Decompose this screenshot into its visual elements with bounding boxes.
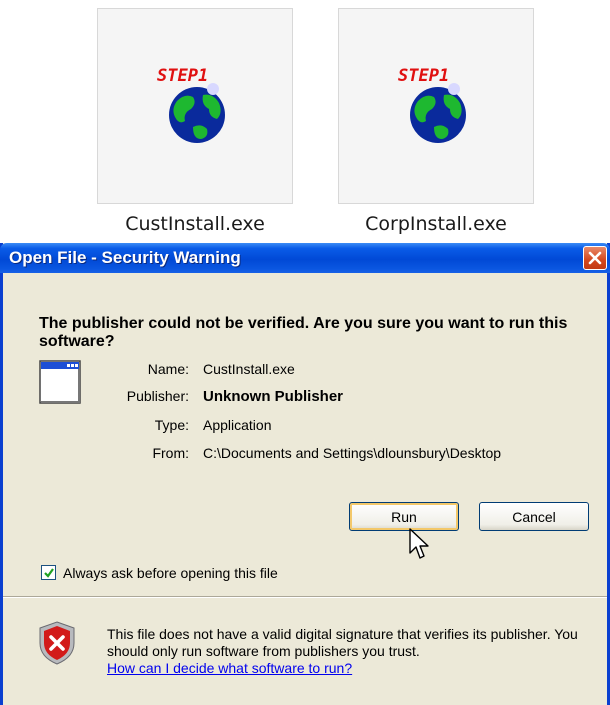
property-publisher: Publisher: Unknown Publisher: [3, 388, 603, 408]
file-custinstall[interactable]: STEP1 CustInstall.exe: [97, 8, 293, 235]
dialog-title: Open File - Security Warning: [9, 248, 241, 267]
close-icon: [588, 251, 602, 265]
security-warning-dialog: Open File - Security Warning The publish…: [0, 243, 610, 705]
close-button[interactable]: [583, 246, 607, 270]
cancel-button[interactable]: Cancel: [479, 502, 589, 531]
file-corpinstall[interactable]: STEP1 CorpInstall.exe: [338, 8, 534, 235]
warning-headline: The publisher could not be verified. Are…: [39, 315, 568, 350]
svg-text:STEP1: STEP1: [398, 66, 449, 86]
security-shield-icon: [39, 621, 75, 665]
mouse-pointer-icon: [409, 528, 429, 559]
property-type: Type: Application: [3, 417, 603, 437]
step1-globe-installer-icon: STEP1: [157, 66, 225, 143]
file-name[interactable]: CustInstall.exe: [97, 213, 293, 235]
property-name: Name: CustInstall.exe: [3, 361, 603, 381]
always-ask-checkbox[interactable]: [41, 565, 56, 580]
property-value: Unknown Publisher: [203, 388, 344, 405]
property-value: CustInstall.exe: [203, 361, 295, 377]
warning-message: This file does not have a valid digital …: [107, 626, 578, 659]
property-value: Application: [203, 417, 272, 433]
checkmark-icon: [44, 568, 54, 578]
help-link[interactable]: How can I decide what software to run?: [107, 660, 597, 677]
file-name[interactable]: CorpInstall.exe: [338, 213, 534, 235]
property-key: Publisher:: [126, 388, 189, 404]
property-key: Type:: [154, 417, 189, 433]
step1-globe-installer-icon: STEP1: [398, 66, 466, 143]
svg-text:STEP1: STEP1: [157, 66, 208, 86]
run-button[interactable]: Run: [349, 502, 459, 531]
title-bar[interactable]: Open File - Security Warning: [0, 243, 610, 273]
property-from: From: C:\Documents and Settings\dlounsbu…: [3, 445, 603, 465]
file-tile[interactable]: STEP1: [338, 8, 534, 204]
property-value: C:\Documents and Settings\dlounsbury\Des…: [203, 445, 502, 461]
checkbox-label[interactable]: Always ask before opening this file: [63, 565, 278, 581]
property-key: From:: [152, 445, 189, 461]
signature-warning: This file does not have a valid digital …: [107, 626, 597, 677]
property-key: Name:: [147, 361, 189, 377]
file-tile[interactable]: STEP1: [97, 8, 293, 204]
divider: [3, 596, 607, 598]
